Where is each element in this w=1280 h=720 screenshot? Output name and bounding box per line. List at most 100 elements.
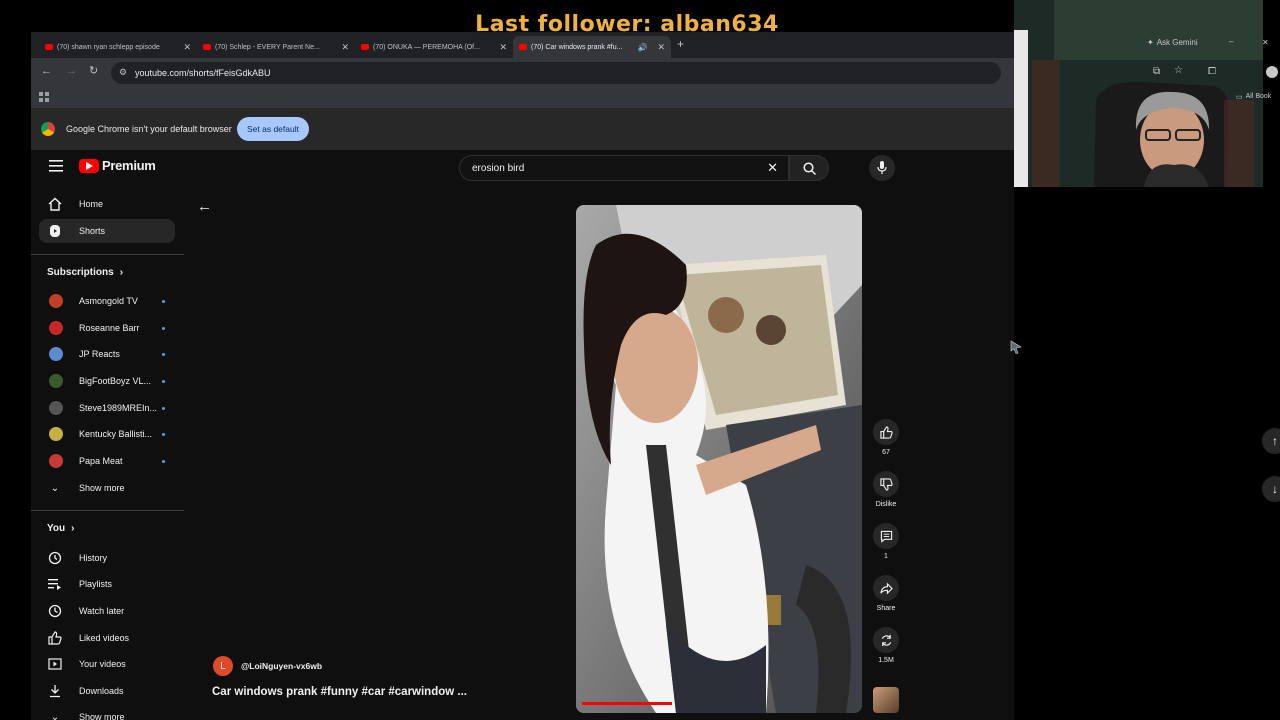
sidebar-item-home[interactable]: Home	[39, 192, 175, 216]
back-arrow-icon[interactable]: ←	[197, 198, 212, 215]
mouse-cursor-icon	[1010, 340, 1024, 354]
previous-short-button[interactable]: ↑	[1262, 428, 1280, 454]
close-tab-icon[interactable]: ✕	[183, 42, 191, 53]
short-title[interactable]: Car windows prank #funny #car #carwindow…	[212, 686, 467, 698]
extensions-icon[interactable]: ⧠	[1208, 66, 1216, 77]
new-tab-icon[interactable]: +	[677, 37, 684, 51]
sparkle-icon: ✦	[1147, 38, 1154, 47]
microphone-icon	[877, 161, 887, 174]
show-more-subscriptions[interactable]: ⌄ Show more	[39, 476, 175, 500]
back-icon[interactable]: ←	[41, 65, 52, 77]
tab-4-active[interactable]: (70) Car windows prank #fu... 🔊 ✕	[513, 36, 671, 58]
speaker-icon[interactable]: 🔊	[637, 43, 647, 52]
like-action[interactable]: 67	[873, 419, 899, 456]
sidebar-item-label: History	[79, 553, 108, 563]
forward-icon[interactable]: →	[66, 65, 77, 77]
channel-avatar	[49, 294, 63, 308]
subscription-item[interactable]: Papa Meat	[39, 449, 175, 473]
comment-icon	[880, 530, 892, 543]
channel-avatar	[49, 321, 63, 335]
chevron-right-icon: ›	[71, 523, 75, 534]
channel-avatar	[49, 374, 63, 388]
subscription-item[interactable]: Kentucky Ballisti...	[39, 422, 175, 446]
sidebar-item-your-videos[interactable]: Your videos	[39, 652, 175, 676]
channel-handle[interactable]: @LoiNguyen-vx6wb	[241, 661, 322, 671]
share-action[interactable]: Share	[873, 575, 899, 612]
apps-grid-icon[interactable]	[39, 92, 49, 102]
chevron-down-icon: ⌄	[50, 711, 60, 720]
comments-action[interactable]: 1	[873, 523, 899, 560]
show-more-label: Show more	[79, 712, 125, 720]
audio-thumbnail[interactable]	[873, 687, 899, 713]
sidebar: Home Shorts Subscriptions › Asmongold TV…	[31, 192, 186, 720]
reload-icon[interactable]: ↻	[89, 64, 98, 77]
sidebar-item-playlists[interactable]: Playlists	[39, 572, 175, 596]
short-video-player[interactable]	[576, 205, 862, 713]
cast-icon[interactable]: ⧉	[1153, 66, 1160, 77]
close-tab-icon[interactable]: ✕	[499, 42, 507, 53]
bookmark-star-icon[interactable]: ☆	[1174, 65, 1183, 76]
video-progress-bar[interactable]	[582, 702, 672, 705]
subscription-label: Steve1989MREIn...	[79, 403, 158, 413]
search-button[interactable]	[789, 155, 829, 181]
sidebar-item-label: Playlists	[79, 579, 113, 589]
tab-2[interactable]: (70) Schlep - EVERY Parent Ne... ✕	[197, 36, 355, 58]
remix-action[interactable]: 1.5M	[873, 627, 899, 664]
you-title: You	[47, 523, 66, 534]
remix-button[interactable]	[873, 627, 899, 653]
sidebar-divider	[31, 510, 184, 511]
thumbs-down-icon	[879, 477, 893, 491]
next-short-button[interactable]: ↓	[1262, 476, 1280, 502]
close-tab-icon[interactable]: ✕	[341, 42, 349, 53]
close-window-icon[interactable]: ✕	[1262, 38, 1269, 47]
sidebar-item-label: Liked videos	[79, 633, 130, 643]
dislike-action[interactable]: Dislike	[873, 471, 899, 508]
thumbs-up-icon	[879, 425, 893, 439]
sidebar-item-history[interactable]: History	[39, 546, 175, 570]
subscription-item[interactable]: Asmongold TV	[39, 289, 175, 313]
subscription-item[interactable]: Steve1989MREIn...	[39, 396, 175, 420]
remix-icon	[881, 634, 891, 646]
youtube-favicon-icon	[519, 44, 527, 50]
tab-label: (70) shawn ryan schlepp episode	[57, 43, 160, 51]
voice-search-button[interactable]	[869, 155, 895, 181]
tab-1[interactable]: (70) shawn ryan schlepp episode ✕	[39, 36, 197, 58]
close-tab-icon[interactable]: ✕	[657, 42, 665, 53]
set-as-default-button[interactable]: Set as default	[237, 117, 309, 141]
subscription-item[interactable]: Roseanne Barr	[39, 316, 175, 340]
show-more-you[interactable]: ⌄ Show more	[39, 705, 175, 720]
sidebar-item-watch-later[interactable]: Watch later	[39, 599, 175, 623]
youtube-logo-icon	[79, 158, 99, 173]
channel-avatar[interactable]: L	[213, 656, 233, 676]
tab-3[interactable]: (70) ONUKA — PEREMOHA (Of... ✕	[355, 36, 513, 58]
ask-gemini-button[interactable]: ✦ Ask Gemini	[1147, 38, 1198, 47]
subscription-item[interactable]: BigFootBoyz VL...	[39, 369, 175, 393]
subscription-label: Papa Meat	[79, 456, 123, 466]
clear-search-icon[interactable]: ✕	[767, 160, 778, 176]
minimize-icon[interactable]: –	[1229, 37, 1233, 46]
menu-icon[interactable]	[49, 160, 63, 172]
like-button[interactable]	[873, 419, 899, 445]
sidebar-item-liked-videos[interactable]: Liked videos	[39, 626, 175, 650]
youtube-favicon-icon	[203, 44, 211, 50]
you-heading[interactable]: You ›	[47, 523, 75, 534]
subscriptions-heading[interactable]: Subscriptions ›	[47, 267, 123, 278]
site-info-icon[interactable]: ⚙	[119, 67, 127, 78]
sidebar-item-downloads[interactable]: Downloads	[39, 679, 175, 703]
dislike-button[interactable]	[873, 471, 899, 497]
share-icon	[879, 582, 893, 594]
all-bookmarks[interactable]: ▭ All Book	[1236, 93, 1271, 101]
new-content-dot	[162, 432, 165, 436]
address-bar[interactable]: ⚙ youtube.com/shorts/fFeisGdkABU	[111, 62, 1001, 84]
comments-button[interactable]	[873, 523, 899, 549]
youtube-premium-logo[interactable]: Premium	[79, 158, 156, 173]
subscription-item[interactable]: JP Reacts	[39, 342, 175, 366]
comment-count: 1	[884, 553, 888, 560]
share-button[interactable]	[873, 575, 899, 601]
sidebar-item-shorts[interactable]: Shorts	[39, 219, 175, 243]
sidebar-item-label: Downloads	[79, 686, 124, 696]
channel-avatar	[49, 454, 63, 468]
thumbs-up-icon	[47, 630, 63, 646]
search-input[interactable]: erosion bird ✕	[459, 155, 789, 181]
profile-avatar[interactable]	[1266, 66, 1278, 78]
